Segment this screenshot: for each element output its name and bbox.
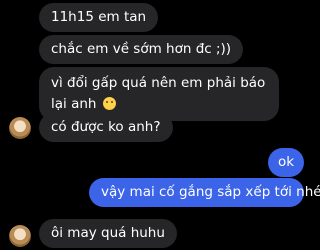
message-text-line-wrapper: lại anh: [51, 94, 267, 115]
message-bubble[interactable]: 11h15 em tan: [39, 3, 159, 32]
message-bubble[interactable]: chắc em về sớm hơn đc ;)): [39, 35, 244, 64]
message-text: chắc em về sớm hơn đc ;)): [51, 41, 232, 57]
message-bubble[interactable]: ôi may quá huhu: [39, 219, 177, 248]
worried-face-icon: [102, 97, 116, 110]
message-text-line: lại anh: [51, 96, 97, 112]
chat-thread: 11h15 em tan chắc em về sớm hơn đc ;)) v…: [0, 0, 320, 250]
avatar[interactable]: [9, 117, 31, 139]
message-text: ok: [277, 154, 295, 170]
message-text: 11h15 em tan: [51, 9, 147, 25]
message-text-line: vì đổi gấp quá nên em phải báo: [51, 75, 266, 91]
message-text: ôi may quá huhu: [51, 225, 165, 241]
message-bubble[interactable]: có được ko anh?: [39, 113, 173, 142]
message-bubble[interactable]: vậy mai cố gắng sắp xếp tới nhé: [89, 178, 320, 207]
avatar[interactable]: [9, 225, 31, 247]
message-text: có được ko anh?: [51, 119, 161, 135]
message-text: vậy mai cố gắng sắp xếp tới nhé: [101, 184, 320, 200]
message-bubble[interactable]: ok: [268, 148, 304, 177]
